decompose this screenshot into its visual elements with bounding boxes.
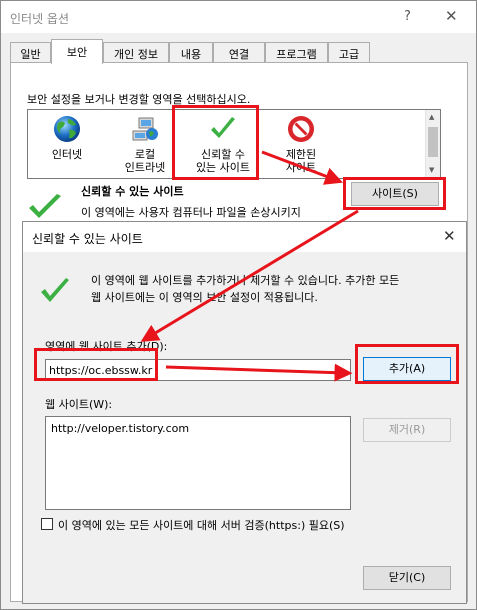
zone-label-trusted-sites: 신뢰할 수 있는 사이트: [195, 148, 251, 174]
list-item[interactable]: http://veloper.tistory.com: [51, 422, 189, 435]
zone-list-scrollbar[interactable]: ▲ ▼: [425, 110, 440, 178]
check-icon: [211, 117, 235, 138]
zone-heading: 신뢰할 수 있는 사이트: [81, 185, 184, 198]
tab-general[interactable]: 일반: [10, 42, 51, 62]
zone-label-local-intranet: 로컬 인트라넷: [124, 148, 166, 174]
trusted-sites-dialog: 신뢰할 수 있는 사이트 ✕ 이 영역에 웹 사이트를 추가하거나 제거할 수 …: [22, 221, 467, 604]
https-checkbox-label: 이 영역에 있는 모든 사이트에 대해 서버 검증(https:) 필요(S): [58, 519, 345, 532]
zone-internet[interactable]: 인터넷: [28, 110, 106, 178]
scroll-up-icon[interactable]: ▲: [429, 113, 434, 121]
globe-icon: [54, 116, 80, 142]
help-icon[interactable]: ?: [404, 9, 411, 24]
zone-list: 인터넷 로컬 인트라넷 신뢰할 수 있는 사이트 제한된 사이트 ▲ ▼: [27, 109, 441, 179]
zone-restricted-sites[interactable]: 제한된 사이트: [262, 110, 340, 178]
scroll-down-icon[interactable]: ▼: [429, 166, 434, 174]
tab-content[interactable]: 내용: [169, 42, 213, 62]
tab-connections[interactable]: 연결: [213, 42, 265, 62]
zone-trusted-sites[interactable]: 신뢰할 수 있는 사이트: [184, 110, 262, 178]
inner-dialog-title: 신뢰할 수 있는 사이트: [32, 232, 143, 246]
tab-advanced[interactable]: 고급: [328, 42, 370, 62]
tab-privacy[interactable]: 개인 정보: [103, 42, 169, 62]
scroll-thumb[interactable]: [428, 127, 438, 157]
info-check-icon: [41, 278, 69, 302]
tab-security[interactable]: 보안: [51, 39, 103, 64]
zone-instruction: 보안 설정을 보거나 변경할 영역을 선택하십시오.: [27, 93, 251, 106]
outer-close-icon[interactable]: ✕: [445, 7, 458, 25]
info-text: 이 영역에 웹 사이트를 추가하거나 제거할 수 있습니다. 추가한 모든 웹 …: [91, 274, 400, 304]
zone-label-internet: 인터넷: [51, 148, 83, 161]
zone-description: 이 영역에는 사용자 컴퓨터나 파일을 손상시키지: [81, 206, 301, 219]
outer-title-bar: 인터넷 옵션 ? ✕: [1, 1, 476, 33]
restricted-icon: [288, 116, 314, 142]
tab-programs[interactable]: 프로그램: [265, 42, 328, 62]
websites-label: 웹 사이트(W):: [45, 398, 113, 411]
websites-list[interactable]: http://veloper.tistory.com: [45, 416, 351, 510]
inner-title-bar: 신뢰할 수 있는 사이트 ✕: [23, 222, 466, 252]
trusted-zone-check-icon: [29, 194, 61, 218]
zone-local-intranet[interactable]: 로컬 인트라넷: [106, 110, 184, 178]
https-checkbox[interactable]: [41, 518, 53, 530]
close-button[interactable]: 닫기(C): [363, 566, 451, 590]
add-site-input[interactable]: [45, 359, 351, 381]
outer-dialog-title: 인터넷 옵션: [10, 12, 70, 26]
inner-close-icon[interactable]: ✕: [443, 227, 456, 245]
add-button[interactable]: 추가(A): [363, 357, 451, 381]
intranet-icon: [132, 117, 158, 141]
zone-label-restricted-sites: 제한된 사이트: [285, 148, 317, 174]
sites-button[interactable]: 사이트(S): [351, 182, 439, 206]
remove-button[interactable]: 제거(R): [363, 418, 451, 442]
add-site-label: 영역에 웹 사이트 추가(D):: [45, 340, 168, 353]
